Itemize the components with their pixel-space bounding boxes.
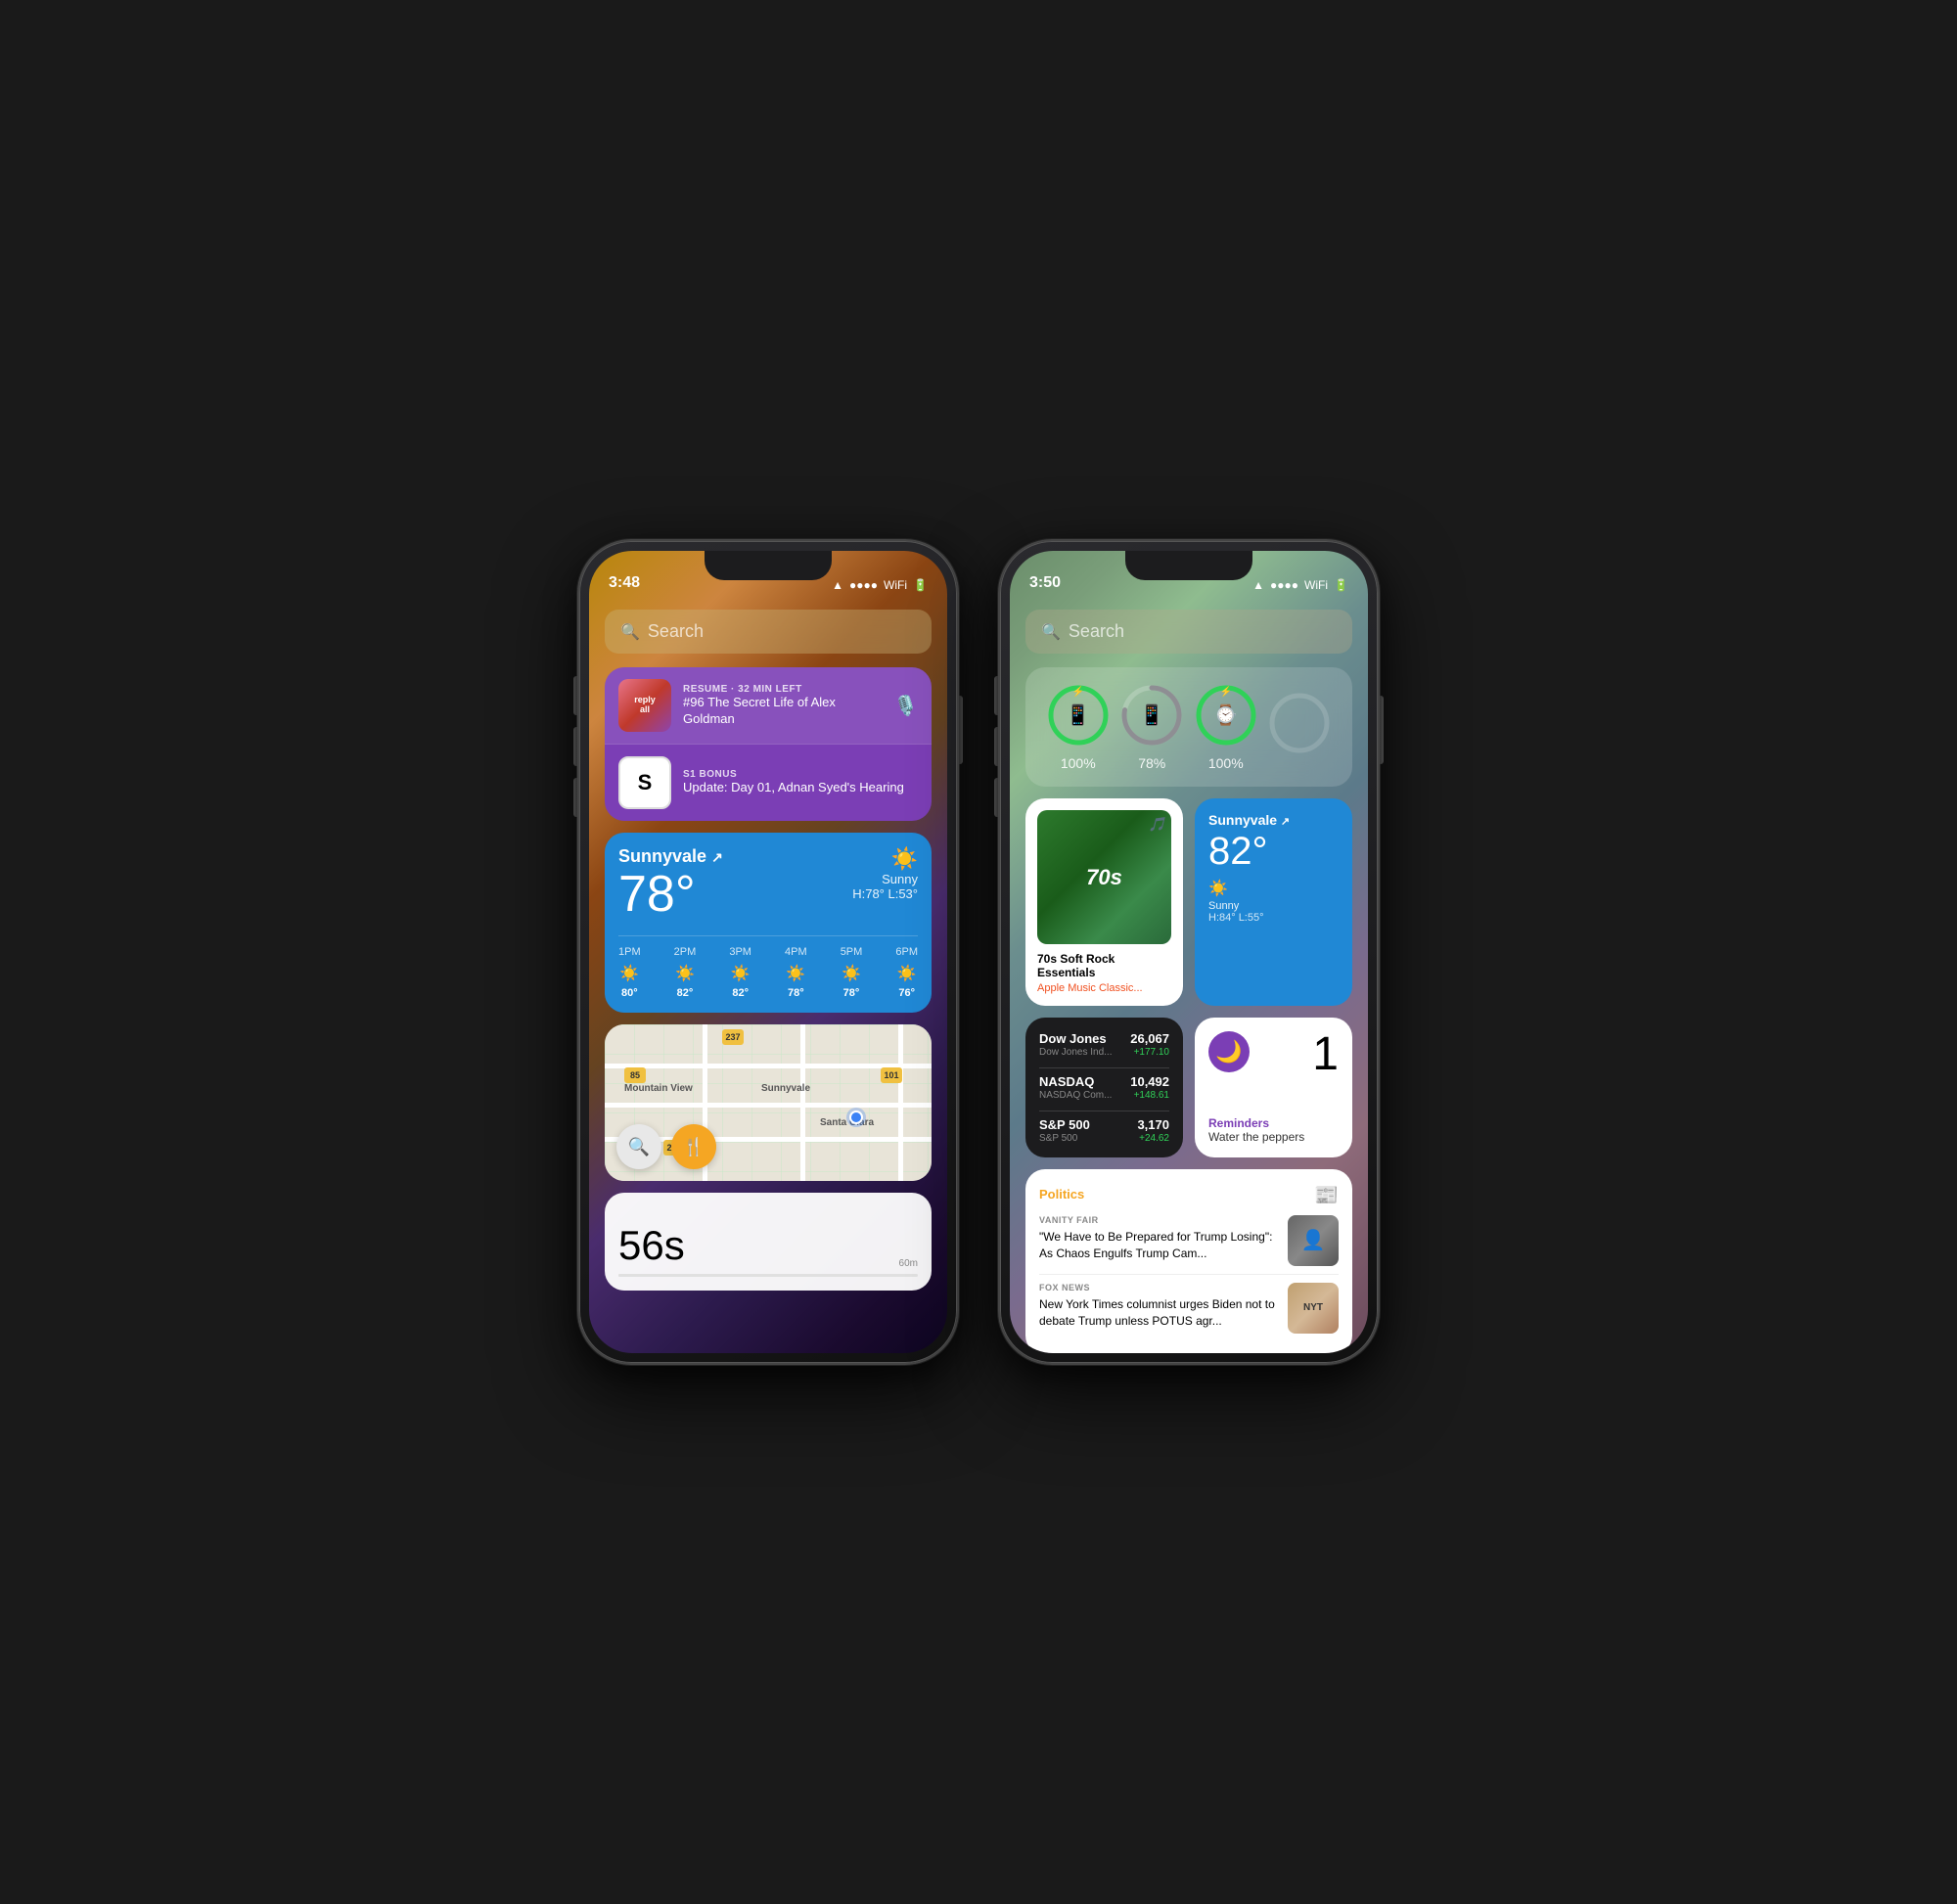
weather-widget-left[interactable]: Sunnyvale ↗ 78° ☀️ Sunny H:78° L:53° 1PM… (605, 833, 932, 1013)
podcast-thumb-2: S (618, 756, 671, 809)
widget-grid-stocks-reminders: Dow Jones Dow Jones Ind... 26,067 +177.1… (1025, 1018, 1352, 1157)
weather-condition-left: Sunny (852, 872, 918, 886)
search-icon-left: 🔍 (620, 622, 640, 642)
map-food-button[interactable]: 🍴 (671, 1124, 716, 1169)
music-widget[interactable]: 70s 🎵 70s Soft Rock Essentials Apple Mus… (1025, 798, 1183, 1006)
search-icon-right: 🔍 (1041, 622, 1061, 642)
stock-nasdaq-change: +148.61 (1130, 1090, 1169, 1101)
weather-sm-icon: ☀️ (1208, 879, 1339, 898)
battery-pct-1: 100% (1061, 755, 1096, 771)
stock-nasdaq-full: NASDAQ Com... (1039, 1090, 1112, 1101)
map-controls[interactable]: 🔍 🍴 (616, 1124, 716, 1169)
podcast-item-2[interactable]: S S1 BONUS Update: Day 01, Adnan Syed's … (605, 745, 932, 821)
podcast-title-2: Update: Day 01, Adnan Syed's Hearing (683, 780, 918, 796)
news-source-1: VANITY FAIR (1039, 1215, 1278, 1225)
map-label-sv: Sunnyvale (761, 1083, 810, 1094)
news-item-2[interactable]: FOX NEWS New York Times columnist urges … (1039, 1275, 1339, 1341)
stock-sp-full: S&P 500 (1039, 1133, 1090, 1144)
stock-dow-full: Dow Jones Ind... (1039, 1047, 1112, 1058)
search-label-right: Search (1069, 621, 1124, 642)
stock-nasdaq: NASDAQ NASDAQ Com... 10,492 +148.61 (1039, 1074, 1169, 1101)
phone-right: 3:50 ▲ ●●●● WiFi 🔋 🔍 Search (998, 539, 1380, 1365)
podcast-info-1: RESUME · 32 MIN LEFT #96 The Secret Life… (683, 684, 882, 728)
news-thumb-1: 👤 (1288, 1215, 1339, 1266)
podcast-meta-1: RESUME · 32 MIN LEFT (683, 684, 882, 695)
battery-pct-3: 100% (1208, 755, 1244, 771)
news-thumb-2: NYT (1288, 1283, 1339, 1334)
stocks-widget[interactable]: Dow Jones Dow Jones Ind... 26,067 +177.1… (1025, 1018, 1183, 1157)
music-album-art: 70s 🎵 (1037, 810, 1171, 944)
podcast-item-1[interactable]: replyall RESUME · 32 MIN LEFT #96 The Se… (605, 667, 932, 745)
reminders-task: Water the peppers (1208, 1130, 1339, 1144)
map-label-mv: Mountain View (624, 1083, 693, 1094)
battery-iphone-2: 📱 78% (1119, 683, 1184, 771)
weather-location-left: Sunnyvale ↗ (618, 846, 723, 867)
stock-sp-change: +24.62 (1137, 1133, 1169, 1144)
status-time-left: 3:48 (609, 574, 640, 592)
timer-end-label: 60m (899, 1258, 918, 1269)
timer-widget[interactable]: 56s 60m (605, 1193, 932, 1291)
battery-widget[interactable]: 📱 ⚡ 100% 📱 78% (1025, 667, 1352, 787)
stock-sp-price: 3,170 (1137, 1117, 1169, 1132)
map-search-button[interactable]: 🔍 (616, 1124, 661, 1169)
battery-icon-1: 📱 (1066, 703, 1090, 728)
battery-watch: ⌚ ⚡ 100% (1194, 683, 1258, 771)
stock-dow-name: Dow Jones (1039, 1031, 1112, 1046)
search-label-left: Search (648, 621, 704, 642)
status-time-right: 3:50 (1029, 574, 1061, 592)
search-bar-right[interactable]: 🔍 Search (1025, 610, 1352, 654)
weather-hl-left: H:78° L:53° (852, 886, 918, 901)
map-location-dot (849, 1111, 863, 1124)
stock-dow-change: +177.10 (1130, 1047, 1169, 1058)
weather-sm-location: Sunnyvale ↗ (1208, 812, 1339, 828)
stock-sp-name: S&P 500 (1039, 1117, 1090, 1132)
news-category: Politics (1039, 1187, 1084, 1201)
news-headline-2: New York Times columnist urges Biden not… (1039, 1296, 1278, 1330)
status-icons-right: ▲ ●●●● WiFi 🔋 (1252, 578, 1348, 592)
news-source-2: FOX NEWS (1039, 1283, 1278, 1292)
reminders-count: 1 (1312, 1031, 1339, 1078)
reminders-widget[interactable]: 🌙 1 Reminders Water the peppers (1195, 1018, 1352, 1157)
podcast-thumb-1: replyall (618, 679, 671, 732)
reminders-label: Reminders (1208, 1116, 1339, 1130)
timer-progress: 60m (618, 1274, 918, 1277)
weather-hourly-left: 1PM☀️80° 2PM☀️82° 3PM☀️82° 4PM☀️78° 5PM☀… (618, 935, 918, 999)
news-widget[interactable]: Politics 📰 VANITY FAIR "We Have to Be Pr… (1025, 1169, 1352, 1353)
stock-dow-price: 26,067 (1130, 1031, 1169, 1046)
stock-sp: S&P 500 S&P 500 3,170 +24.62 (1039, 1117, 1169, 1144)
weather-sm-hl: H:84° L:55° (1208, 912, 1339, 924)
stock-nasdaq-name: NASDAQ (1039, 1074, 1112, 1089)
podcast-title-1: #96 The Secret Life of Alex Goldman (683, 695, 882, 728)
music-title: 70s Soft Rock Essentials (1037, 952, 1171, 980)
weather-temp-left: 78° (618, 869, 723, 920)
music-subtitle: Apple Music Classic... (1037, 982, 1171, 994)
podcast-info-2: S1 BONUS Update: Day 01, Adnan Syed's He… (683, 769, 918, 796)
status-icons-left: ▲ ●●●● WiFi 🔋 (832, 578, 928, 592)
podcast-meta-2: S1 BONUS (683, 769, 918, 780)
search-bar-left[interactable]: 🔍 Search (605, 610, 932, 654)
battery-empty (1267, 691, 1332, 763)
stock-dow: Dow Jones Dow Jones Ind... 26,067 +177.1… (1039, 1031, 1169, 1058)
map-label-sc: Santa Clara (820, 1117, 874, 1128)
battery-iphone-1: 📱 ⚡ 100% (1046, 683, 1111, 771)
battery-icon-2: 📱 (1140, 703, 1164, 728)
battery-pct-2: 78% (1138, 755, 1165, 771)
weather-sm-temp: 82° (1208, 832, 1339, 871)
map-widget[interactable]: 85 237 101 280 Mountain View Sunnyvale S… (605, 1024, 932, 1181)
battery-icon-3: ⌚ (1213, 703, 1238, 728)
news-headline-1: "We Have to Be Prepared for Trump Losing… (1039, 1229, 1278, 1262)
timer-value: 56s (618, 1225, 918, 1266)
weather-widget-right[interactable]: Sunnyvale ↗ 82° ☀️ Sunny H:84° L:55° (1195, 798, 1352, 1006)
news-item-1[interactable]: VANITY FAIR "We Have to Be Prepared for … (1039, 1207, 1339, 1275)
phone-left: 3:48 ▲ ●●●● WiFi 🔋 🔍 Search replyall (577, 539, 959, 1365)
widget-grid-music-weather: 70s 🎵 70s Soft Rock Essentials Apple Mus… (1025, 798, 1352, 1006)
reminders-icon: 🌙 (1208, 1031, 1250, 1072)
apple-news-icon: 📰 (1314, 1183, 1339, 1207)
podcasts-icon: 🎙️ (893, 694, 918, 718)
weather-sm-cond: Sunny (1208, 900, 1339, 912)
podcast-widget[interactable]: replyall RESUME · 32 MIN LEFT #96 The Se… (605, 667, 932, 821)
stock-nasdaq-price: 10,492 (1130, 1074, 1169, 1089)
